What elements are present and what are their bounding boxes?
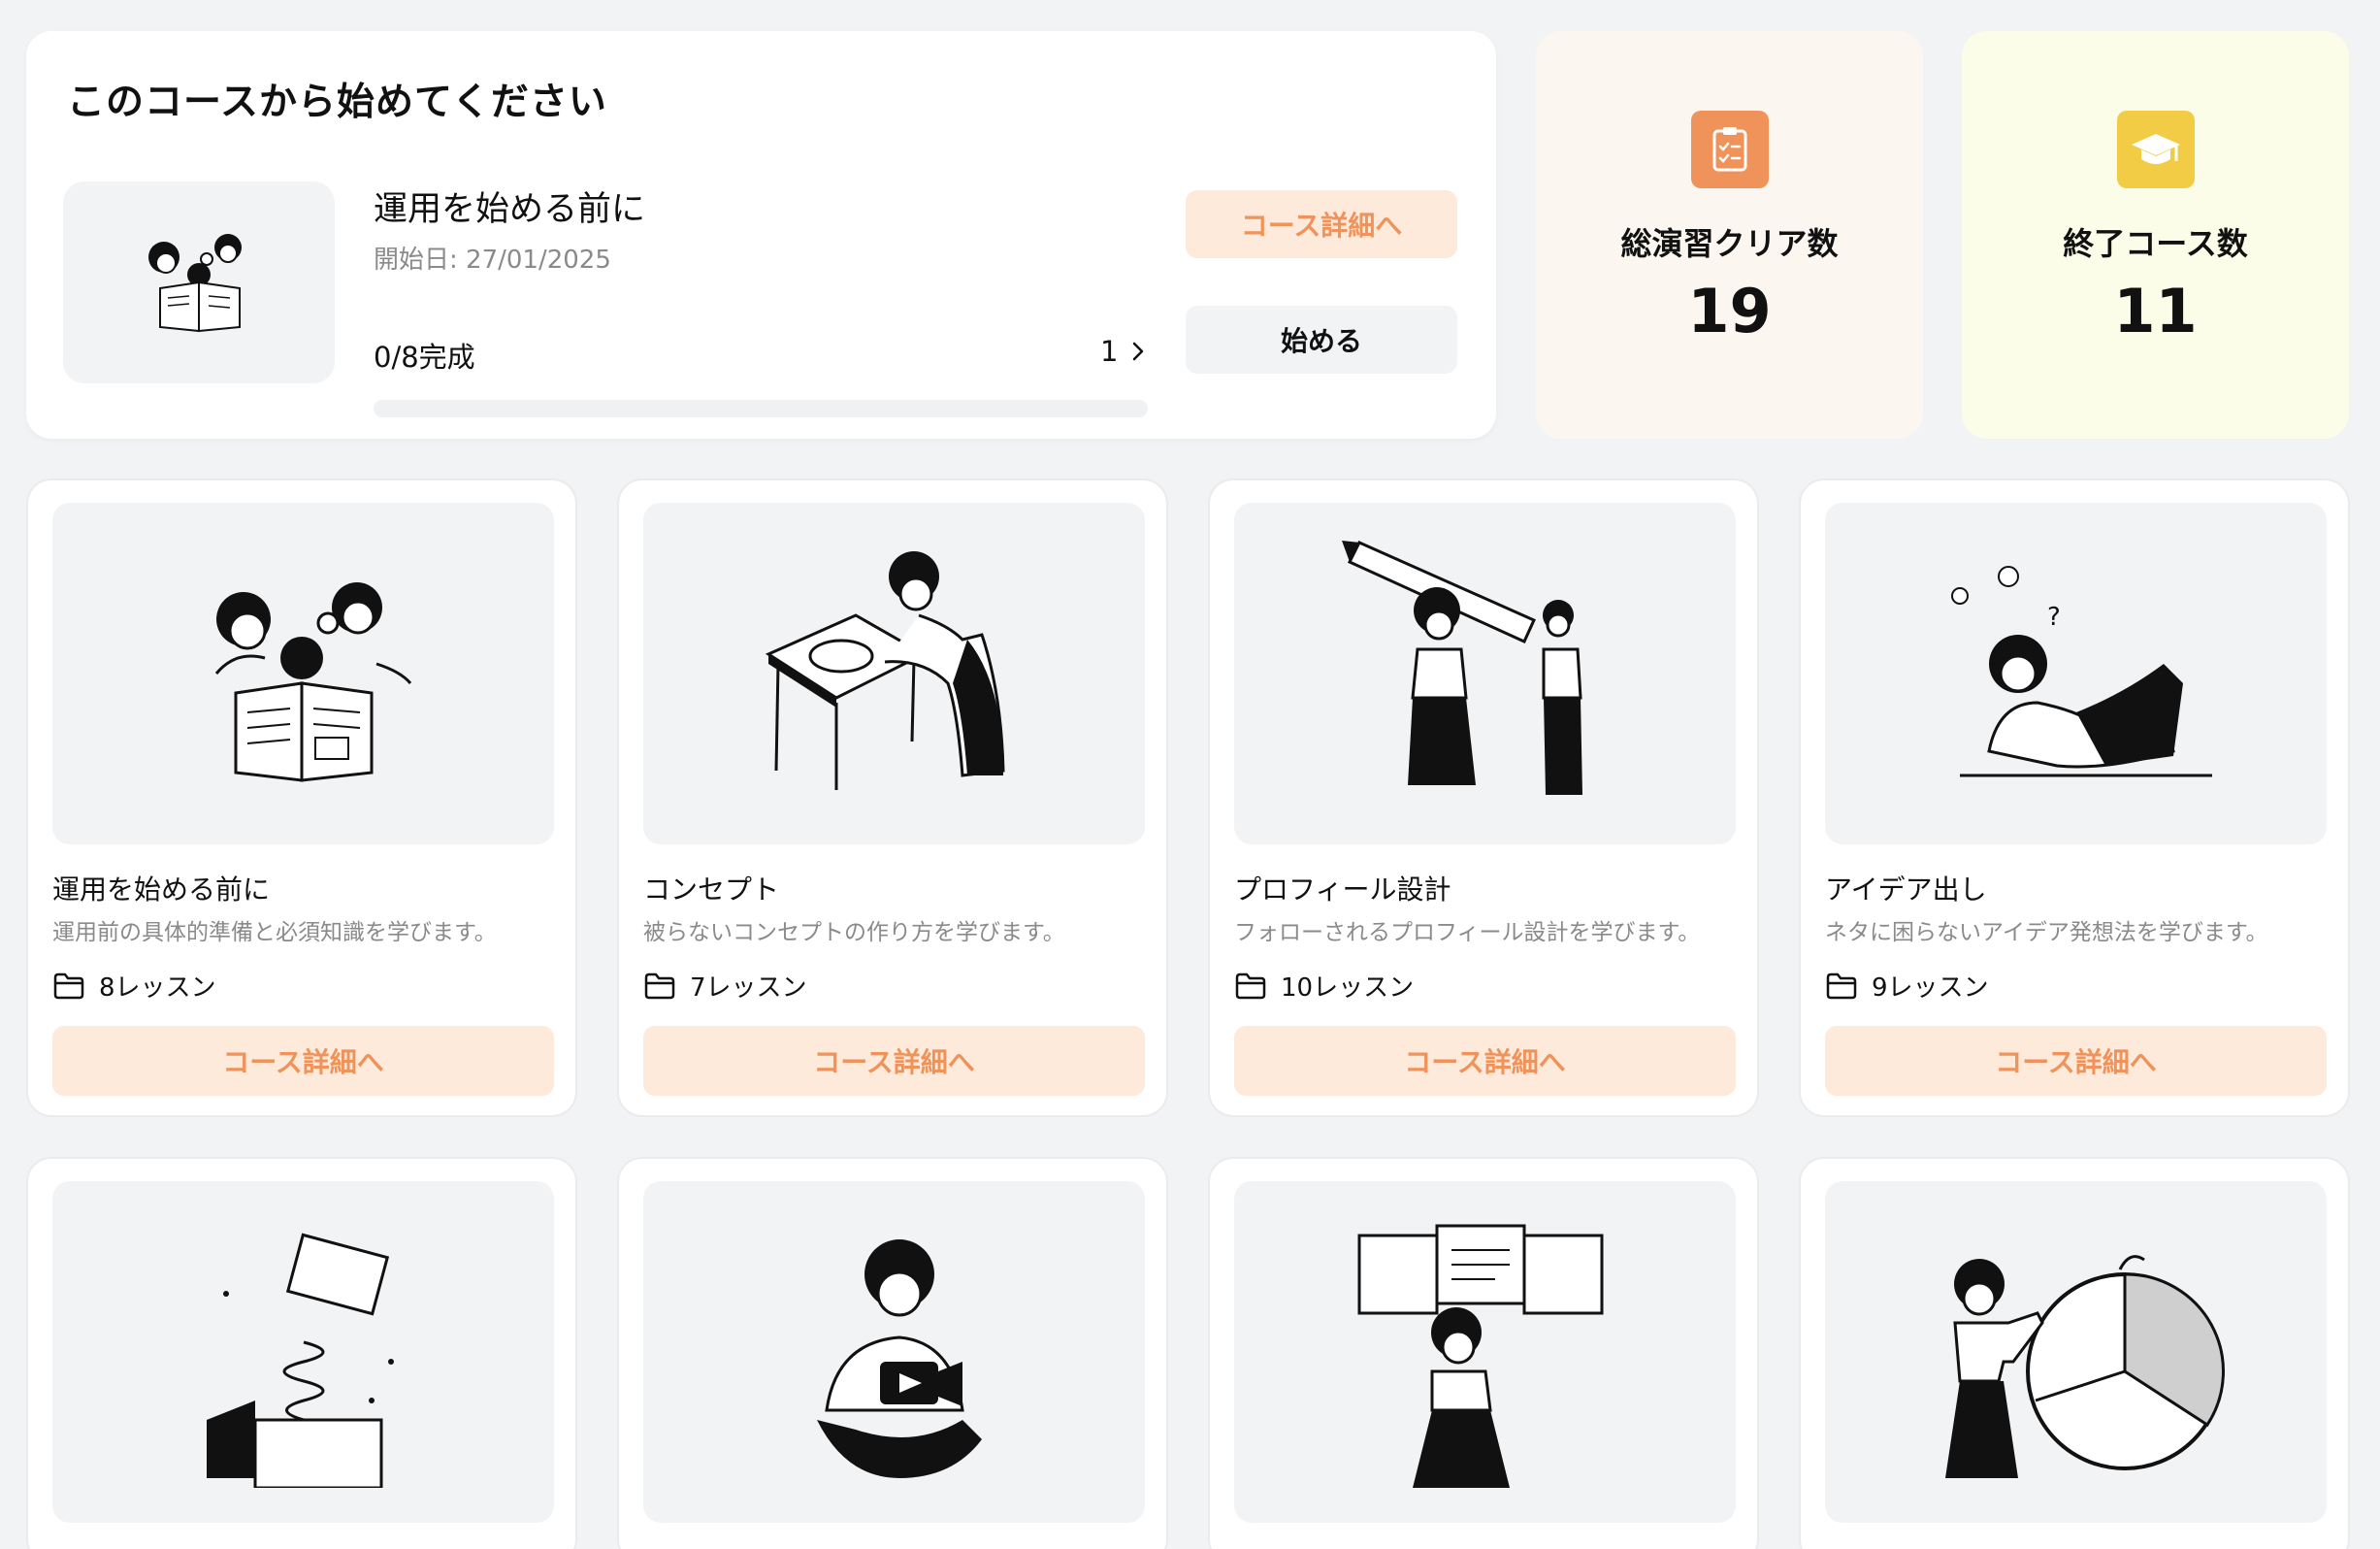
stat-exercises-card: 総演習クリア数 19 bbox=[1536, 31, 1923, 439]
course-detail-button[interactable]: コース詳細へ bbox=[643, 1026, 1145, 1096]
course-card[interactable]: コンセプト 被らないコンセプトの作り方を学びます。 7レッスン コース詳細へ bbox=[617, 478, 1168, 1117]
course-detail-button[interactable]: コース詳細へ bbox=[1825, 1026, 2327, 1096]
jack-in-the-box-illustration bbox=[206, 1233, 394, 1488]
pie-chart-illustration bbox=[1944, 1255, 2225, 1478]
course-thumbnail bbox=[643, 1181, 1145, 1523]
course-card[interactable] bbox=[1208, 1157, 1759, 1549]
featured-progress-bar bbox=[374, 400, 1148, 417]
course-lesson-count: 10レッスン bbox=[1234, 968, 1414, 1004]
featured-course-detail-button[interactable]: コース詳細へ bbox=[1186, 190, 1457, 258]
stat-courses-card: 終了コース数 11 bbox=[1962, 31, 2349, 439]
featured-course-name[interactable]: 運用を始める前に bbox=[374, 181, 645, 231]
folder-icon bbox=[1826, 972, 1857, 999]
lesson-indicator: 1 bbox=[1100, 335, 1119, 368]
course-card[interactable]: プロフィール設計 フォローされるプロフィール設計を学びます。 10レッスン コー… bbox=[1208, 478, 1759, 1117]
lesson-count-text: 10レッスン bbox=[1281, 973, 1415, 1003]
course-title: 運用を始める前に bbox=[52, 873, 271, 906]
lesson-count-text: 8レッスン bbox=[99, 973, 216, 1003]
pottery-wheel-illustration bbox=[765, 551, 1005, 790]
stat-exercises-value: 19 bbox=[1687, 276, 1772, 346]
featured-course-thumbnail[interactable] bbox=[63, 181, 335, 383]
reading-newspaper-illustration bbox=[214, 582, 411, 782]
course-title: プロフィール設計 bbox=[1234, 873, 1451, 906]
course-thumbnail: ? bbox=[1825, 503, 2327, 844]
chevron-right-icon bbox=[1133, 342, 1144, 361]
course-thumbnail bbox=[1825, 1181, 2327, 1523]
featured-progress-text: 0/8完成 bbox=[374, 341, 475, 374]
course-card[interactable] bbox=[1799, 1157, 2350, 1549]
folder-icon bbox=[1235, 972, 1266, 999]
graduation-cap-icon bbox=[2116, 111, 2195, 188]
course-thumbnail bbox=[1234, 1181, 1736, 1523]
course-card[interactable] bbox=[26, 1157, 577, 1549]
course-thumbnail bbox=[1234, 503, 1736, 844]
course-description: ネタに困らないアイデア発想法を学びます。 bbox=[1825, 920, 2268, 945]
course-thumbnail bbox=[52, 503, 554, 844]
course-title: アイデア出し bbox=[1825, 873, 1987, 906]
start-course-button[interactable]: 始める bbox=[1186, 306, 1457, 374]
reading-newspaper-illustration bbox=[148, 234, 242, 333]
course-title: コンセプト bbox=[643, 873, 780, 906]
dashboard-page: このコースから始めてください 運用を始める前に 開始日: 27/01/2025 … bbox=[0, 0, 2380, 1549]
course-card[interactable]: 運用を始める前に 運用前の具体的準備と必須知識を学びます。 8レッスン コース詳… bbox=[26, 478, 577, 1117]
course-card[interactable] bbox=[617, 1157, 1168, 1549]
clipboard-check-icon bbox=[1690, 111, 1769, 188]
thinking-lightbulbs-illustration: ? bbox=[1950, 566, 2212, 777]
lesson-count-text: 9レッスン bbox=[1872, 973, 1989, 1003]
course-detail-button[interactable]: コース詳細へ bbox=[52, 1026, 554, 1096]
course-card[interactable]: ? アイデア出し ネタに困らないアイデア発想法を学びます。 9レッスン コース詳… bbox=[1799, 478, 2350, 1117]
stat-courses-value: 11 bbox=[2113, 276, 2198, 346]
featured-course-card: このコースから始めてください 運用を始める前に 開始日: 27/01/2025 … bbox=[26, 31, 1496, 439]
course-lesson-count: 7レッスン bbox=[643, 968, 807, 1004]
svg-text:?: ? bbox=[2047, 603, 2061, 632]
lesson-count-text: 7レッスン bbox=[690, 973, 807, 1003]
course-lesson-count: 9レッスン bbox=[1825, 968, 1989, 1004]
course-thumbnail bbox=[52, 1181, 554, 1523]
featured-lesson-nav[interactable]: 1 bbox=[1100, 335, 1145, 368]
stat-courses-label: 終了コース数 bbox=[2063, 225, 2248, 262]
course-description: フォローされるプロフィール設計を学びます。 bbox=[1234, 920, 1701, 945]
course-description: 運用前の具体的準備と必須知識を学びます。 bbox=[52, 920, 497, 945]
featured-start-date: 開始日: 27/01/2025 bbox=[374, 246, 611, 275]
course-detail-button[interactable]: コース詳細へ bbox=[1234, 1026, 1736, 1096]
video-camera-illustration bbox=[816, 1239, 982, 1478]
course-description: 被らないコンセプトの作り方を学びます。 bbox=[643, 920, 1065, 945]
folder-icon bbox=[644, 972, 675, 999]
folder-icon bbox=[53, 972, 84, 999]
whiteboard-presentation-illustration bbox=[1357, 1224, 1603, 1488]
course-thumbnail bbox=[643, 503, 1145, 844]
course-lesson-count: 8レッスン bbox=[52, 968, 216, 1004]
giant-pencil-illustration bbox=[1341, 541, 1582, 795]
featured-heading: このコースから始めてください bbox=[67, 81, 607, 124]
stat-exercises-label: 総演習クリア数 bbox=[1620, 225, 1839, 262]
